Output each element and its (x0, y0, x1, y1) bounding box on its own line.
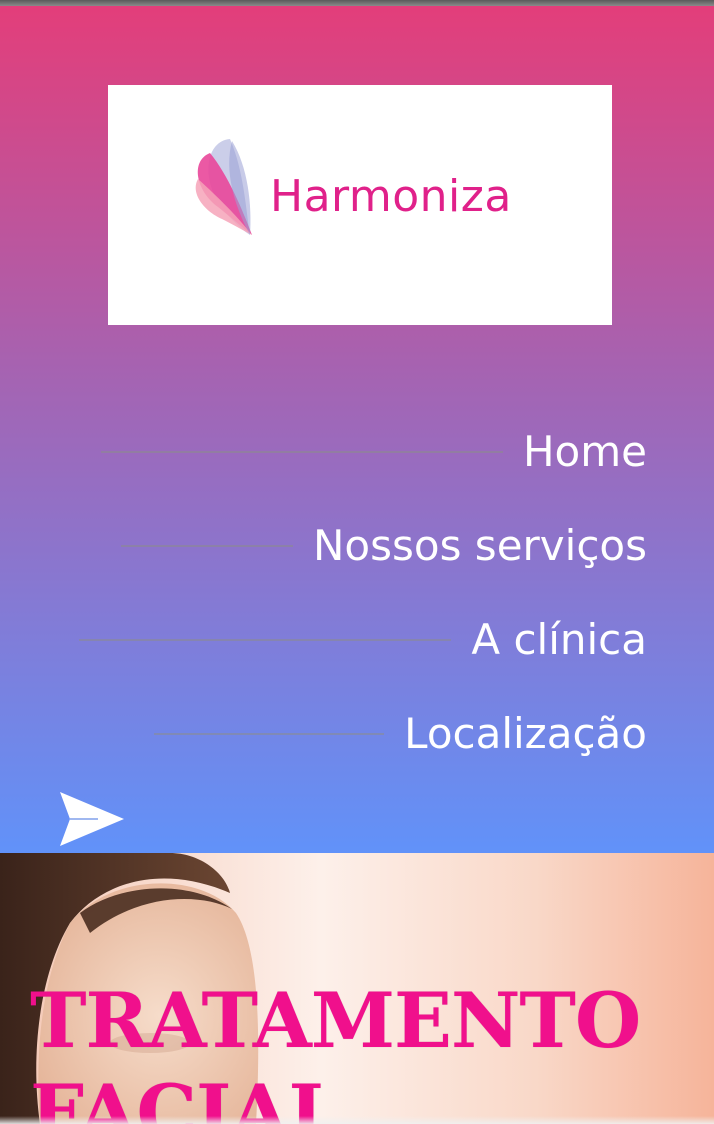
nav-item-label: Home (522, 427, 647, 476)
nav-divider (154, 733, 385, 735)
logo-link[interactable]: Harmoniza (108, 85, 612, 325)
nav-item-label: Nossos serviços (313, 521, 647, 570)
site-header: Harmoniza Home Nossos serviços A clínica… (0, 6, 714, 853)
nav-divider (121, 545, 293, 547)
logo-wordmark: Harmoniza (270, 171, 512, 222)
hero-banner: TRATAMENTO FACIAL (0, 853, 714, 1124)
nav-item-home[interactable]: Home (100, 422, 647, 482)
nav-divider (79, 639, 452, 641)
nav-item-clinica[interactable]: A clínica (79, 610, 647, 670)
bottom-fade (0, 1116, 714, 1124)
send-icon[interactable] (58, 790, 126, 848)
butterfly-logo-icon (195, 139, 252, 235)
nav-item-label: A clínica (471, 615, 647, 664)
nav-divider (100, 451, 503, 453)
nav-item-servicos[interactable]: Nossos serviços (121, 516, 647, 576)
nav-item-localizacao[interactable]: Localização (154, 704, 647, 764)
nav-item-label: Localização (404, 709, 647, 758)
hero-title: TRATAMENTO FACIAL (30, 976, 641, 1124)
